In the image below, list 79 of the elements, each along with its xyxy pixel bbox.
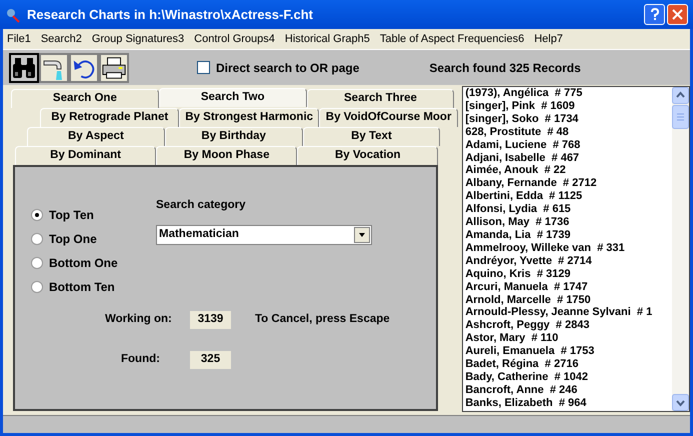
checkbox[interactable] [197, 61, 210, 74]
menu-item[interactable]: Table of Aspect Frequencies6 [380, 30, 524, 48]
tab[interactable]: By Aspect [27, 127, 165, 146]
record-item[interactable]: Aquino, Kris # 3129 [465, 268, 672, 281]
radio-label: Top One [49, 231, 97, 248]
record-item[interactable]: Banks, Elizabeth # 964 [465, 396, 672, 410]
record-item[interactable]: Alfonsi, Lydia # 615 [465, 203, 672, 216]
help-button[interactable] [644, 4, 665, 25]
window-title: Research Charts in h:\Winastro\xActress-F.cht [27, 6, 313, 24]
tab[interactable]: By Dominant [15, 146, 156, 165]
radio-button[interactable] [31, 281, 43, 293]
scrollbar[interactable] [672, 87, 689, 411]
category-dropdown[interactable]: Mathematician [156, 225, 372, 245]
found-value: 325 [190, 351, 231, 369]
record-item[interactable]: Aureli, Emanuela # 1753 [465, 345, 672, 358]
checkbox-label: Direct search to OR page [216, 60, 360, 76]
toolbar-button[interactable] [99, 52, 129, 82]
question-mark-icon [650, 8, 660, 21]
tab[interactable]: By Birthday [164, 127, 303, 146]
record-item[interactable]: Badet, Régina # 2716 [465, 358, 672, 371]
record-item[interactable]: Ashcroft, Peggy # 2843 [465, 319, 672, 332]
record-item[interactable]: Adjani, Isabelle # 467 [465, 152, 672, 164]
record-item[interactable]: Amanda, Lia # 1739 [465, 228, 672, 242]
app-icon [5, 6, 21, 22]
radio-label: Top Ten [49, 207, 94, 224]
menu-item[interactable]: Historical Graph5 [284, 30, 370, 48]
working-value: 3139 [190, 311, 231, 329]
working-label: Working on: [105, 312, 173, 328]
record-item[interactable]: Astor, Mary # 110 [465, 332, 672, 346]
tab[interactable]: Search Three [306, 89, 454, 108]
tab[interactable]: By Retrograde Planet [40, 108, 180, 127]
record-item[interactable]: Bancroft, Anne # 246 [465, 384, 672, 397]
record-item[interactable]: Ammelrooy, Willeke van # 331 [465, 242, 672, 255]
tab[interactable]: By Strongest Harmonic [179, 108, 319, 127]
menu-item[interactable]: File1 [7, 30, 31, 48]
printer-icon [101, 56, 127, 80]
search-status: Search found 325 Records [429, 60, 581, 76]
menu-item[interactable]: Help7 [534, 30, 563, 48]
record-item[interactable]: [singer], Soko # 1734 [465, 112, 672, 126]
close-button[interactable] [667, 4, 688, 25]
record-item[interactable]: Arcuri, Manuela # 1747 [465, 280, 672, 294]
radio-button[interactable] [31, 257, 43, 269]
tab[interactable]: By Moon Phase [156, 146, 298, 165]
record-item[interactable]: 628, Prostitute # 48 [465, 126, 672, 139]
tab[interactable]: Search Two [158, 88, 307, 107]
cancel-hint: To Cancel, press Escape [255, 312, 390, 328]
scroll-thumb[interactable] [672, 105, 689, 129]
toolbar-button[interactable] [39, 52, 69, 82]
record-item[interactable]: (1973), Angélica # 775 [465, 87, 672, 100]
record-item[interactable]: Andréyor, Yvette # 2714 [465, 254, 672, 268]
menu-item[interactable]: Control Groups4 [194, 30, 275, 48]
menu-item[interactable]: Search2 [40, 30, 82, 48]
scroll-down-icon[interactable] [672, 394, 689, 411]
close-icon [672, 9, 683, 20]
record-item[interactable]: Albany, Fernande # 2712 [465, 177, 672, 190]
tab[interactable]: By Text [302, 127, 440, 146]
record-item[interactable]: Arnold, Marcelle # 1750 [465, 294, 672, 306]
menu-item[interactable]: Group Signatures3 [92, 30, 184, 48]
record-item[interactable]: [singer], Pink # 1609 [465, 100, 672, 113]
toolbar-button[interactable] [69, 52, 99, 82]
record-item[interactable]: Adami, Luciene # 768 [465, 138, 672, 152]
record-item[interactable]: Albertini, Edda # 1125 [465, 190, 672, 204]
record-item[interactable]: Aimée, Anouk # 22 [465, 164, 672, 178]
radio-button[interactable] [31, 209, 43, 221]
record-item[interactable]: Bady, Catherine # 1042 [465, 370, 672, 384]
tab[interactable]: By VoidOfCourse Moor [318, 108, 458, 127]
dropdown-value: Mathematician [159, 227, 239, 242]
binoculars-icon [11, 56, 37, 80]
radio-label: Bottom One [49, 255, 118, 272]
radio-label: Bottom Ten [49, 279, 115, 296]
toolbar-button[interactable] [9, 52, 39, 82]
found-label: Found: [121, 352, 161, 368]
tab[interactable]: By Vocation [297, 146, 438, 165]
tab[interactable]: Search One [11, 89, 159, 108]
scroll-up-icon[interactable] [672, 87, 689, 104]
record-item[interactable]: Arnould-Plessy, Jeanne Sylvani # 1 [465, 306, 672, 320]
radio-button[interactable] [31, 233, 43, 245]
category-label: Search category [156, 198, 246, 213]
record-item[interactable]: Allison, May # 1736 [465, 216, 672, 229]
